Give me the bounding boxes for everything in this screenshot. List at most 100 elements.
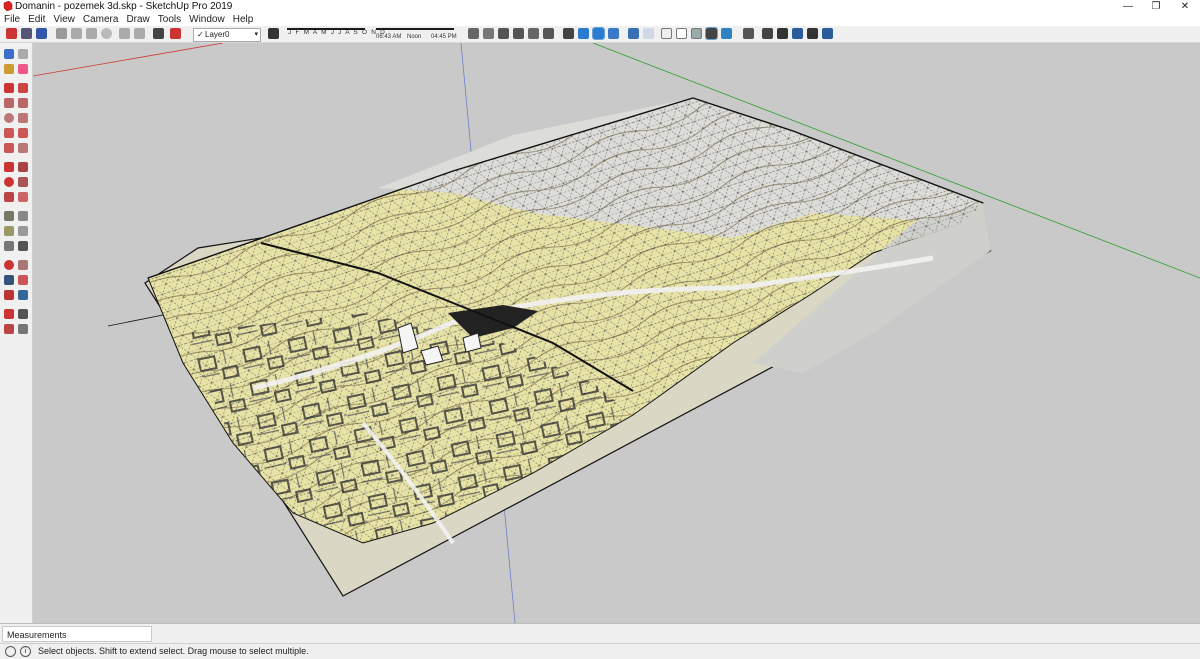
section-fill-icon[interactable]	[608, 28, 619, 39]
menu-camera[interactable]: Camera	[79, 13, 123, 26]
shadows-toggle-icon[interactable]	[268, 28, 279, 39]
rectangle-icon[interactable]	[4, 98, 14, 108]
zoom-extents-icon[interactable]	[4, 290, 14, 300]
xray-icon[interactable]	[628, 28, 639, 39]
share-component-icon[interactable]	[777, 28, 788, 39]
scale-icon[interactable]	[4, 192, 14, 202]
getting-started-icon[interactable]	[6, 28, 17, 39]
time-start-label: 06:43 AM	[376, 34, 402, 40]
save-icon[interactable]	[36, 28, 47, 39]
right-view-icon[interactable]	[513, 28, 524, 39]
check-icon: ✓	[197, 30, 204, 39]
time-noon-label: Noon	[407, 34, 422, 40]
back-view-icon[interactable]	[528, 28, 539, 39]
menu-help[interactable]: Help	[229, 13, 258, 26]
menu-draw[interactable]: Draw	[122, 13, 153, 26]
wireframe-icon[interactable]	[661, 28, 672, 39]
menu-file[interactable]: File	[0, 13, 24, 26]
red-axis	[33, 43, 224, 77]
monochrome-icon[interactable]	[721, 28, 732, 39]
minimize-button[interactable]: —	[1113, 0, 1143, 13]
erase-icon[interactable]	[101, 28, 112, 39]
axes-icon[interactable]	[4, 241, 14, 251]
follow-me-icon[interactable]	[18, 177, 28, 187]
display-section-cuts-icon[interactable]	[578, 28, 589, 39]
walk-icon[interactable]	[18, 309, 28, 319]
position-camera-icon[interactable]	[4, 309, 14, 319]
two-point-arc-icon[interactable]	[18, 128, 28, 138]
title-bar: Domanin - pozemek 3d.skp - SketchUp Pro …	[0, 0, 1200, 13]
status-bar: i Select objects. Shift to extend select…	[0, 643, 1200, 659]
layout-icon[interactable]	[822, 28, 833, 39]
freehand-icon[interactable]	[18, 83, 28, 93]
zoom-icon[interactable]	[4, 275, 14, 285]
section-plane-icon[interactable]	[18, 324, 28, 334]
extension-warehouse-icon[interactable]	[792, 28, 803, 39]
paint-bucket-icon[interactable]	[4, 64, 14, 74]
section-plane-toolbar-icon[interactable]	[563, 28, 574, 39]
eraser-icon[interactable]	[18, 64, 28, 74]
close-button[interactable]: ✕	[1170, 0, 1200, 13]
offset-icon[interactable]	[18, 192, 28, 202]
display-section-planes-icon[interactable]	[592, 27, 605, 40]
paste-icon[interactable]	[86, 28, 97, 39]
undo-icon[interactable]	[119, 28, 130, 39]
layer-dropdown[interactable]: ✓ Layer0 ▾	[193, 28, 261, 42]
circle-icon[interactable]	[4, 113, 14, 123]
rotated-rectangle-icon[interactable]	[18, 98, 28, 108]
model-info-icon[interactable]	[170, 28, 181, 39]
shaded-with-textures-icon[interactable]	[705, 27, 718, 40]
dimension-icon[interactable]	[18, 211, 28, 221]
arc-icon[interactable]	[4, 128, 14, 138]
info-icon[interactable]: i	[20, 646, 31, 657]
geo-location-icon[interactable]	[5, 646, 16, 657]
component-icon[interactable]	[18, 49, 28, 59]
top-view-icon[interactable]	[483, 28, 494, 39]
menu-view[interactable]: View	[49, 13, 79, 26]
redo-icon[interactable]	[134, 28, 145, 39]
push-pull-icon[interactable]	[18, 162, 28, 172]
layer-name: Layer0	[205, 30, 230, 39]
pan-icon[interactable]	[18, 260, 28, 270]
large-tool-set	[0, 43, 33, 623]
model-viewport[interactable]	[33, 43, 1200, 623]
left-view-icon[interactable]	[543, 28, 554, 39]
restore-button[interactable]: ❐	[1141, 0, 1171, 13]
terrain-model-drawing	[33, 43, 1200, 623]
rotate-icon[interactable]	[4, 177, 14, 187]
tape-measure-icon[interactable]	[4, 211, 14, 221]
top-toolbar	[0, 26, 1200, 43]
text-icon[interactable]	[18, 226, 28, 236]
three-point-arc-icon[interactable]	[4, 143, 14, 153]
front-view-icon[interactable]	[498, 28, 509, 39]
look-around-icon[interactable]	[4, 324, 14, 334]
menu-tools[interactable]: Tools	[154, 13, 185, 26]
move-icon[interactable]	[4, 162, 14, 172]
copy-icon[interactable]	[71, 28, 82, 39]
orbit-icon[interactable]	[4, 260, 14, 270]
print-icon[interactable]	[153, 28, 164, 39]
pie-icon[interactable]	[18, 143, 28, 153]
time-slider[interactable]	[376, 28, 454, 30]
line-icon[interactable]	[4, 83, 14, 93]
iso-view-icon[interactable]	[468, 28, 479, 39]
chevron-down-icon: ▾	[254, 31, 258, 38]
share-model-icon[interactable]	[762, 28, 773, 39]
open-icon[interactable]	[21, 28, 32, 39]
warehouse-icon[interactable]	[743, 28, 754, 39]
menu-window[interactable]: Window	[185, 13, 229, 26]
zoom-window-icon[interactable]	[18, 275, 28, 285]
menu-bar: File Edit View Camera Draw Tools Window Help	[0, 13, 1200, 26]
previous-view-icon[interactable]	[18, 290, 28, 300]
menu-edit[interactable]: Edit	[24, 13, 49, 26]
polygon-icon[interactable]	[18, 113, 28, 123]
cut-icon[interactable]	[56, 28, 67, 39]
select-icon[interactable]	[4, 49, 14, 59]
3d-text-icon[interactable]	[18, 241, 28, 251]
extension-manager-icon[interactable]	[807, 28, 818, 39]
shaded-icon[interactable]	[691, 28, 702, 39]
protractor-icon[interactable]	[4, 226, 14, 236]
back-edges-icon[interactable]	[643, 28, 654, 39]
hidden-line-icon[interactable]	[676, 28, 687, 39]
measurements-box[interactable]: Measurements	[2, 626, 152, 642]
